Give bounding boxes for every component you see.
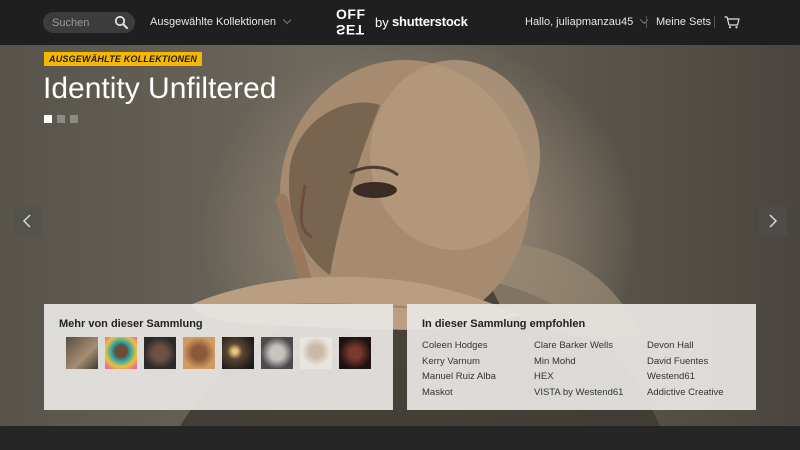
- contributor-link[interactable]: Devon Hall: [647, 340, 693, 351]
- search-box: [43, 12, 135, 33]
- offset-logo[interactable]: OFF SET by shutterstock: [336, 6, 468, 38]
- contributor-link[interactable]: Coleen Hodges: [422, 340, 488, 351]
- carousel-next-button[interactable]: [759, 207, 787, 235]
- carousel-dot-2[interactable]: [57, 115, 65, 123]
- top-nav: Ausgewählte Kollektionen OFF SET by shut…: [0, 0, 800, 45]
- chevron-down-icon: [640, 15, 649, 25]
- more-from-collection-title: Mehr von dieser Sammlung: [59, 318, 203, 330]
- thumbnail[interactable]: [222, 337, 254, 369]
- logo-text-off: OFF: [336, 6, 366, 22]
- thumbnail[interactable]: [144, 337, 176, 369]
- logo-text-set: SET: [336, 22, 365, 38]
- greeting-text: Hallo, juliapmanzau45: [525, 16, 634, 28]
- hero-title[interactable]: Identity Unfiltered: [43, 71, 276, 107]
- contributor-link[interactable]: Westend61: [647, 371, 695, 382]
- chevron-right-icon: [769, 214, 778, 228]
- account-menu[interactable]: Hallo, juliapmanzau45: [525, 15, 649, 28]
- app: Ausgewählte Kollektionen OFF SET by shut…: [0, 0, 800, 450]
- nav-divider: [646, 16, 647, 28]
- contributor-link[interactable]: Maskot: [422, 387, 453, 398]
- contributor-link[interactable]: Kerry Varnum: [422, 356, 480, 367]
- featured-collections-label: Ausgewählte Kollektionen: [150, 16, 276, 28]
- thumbnail[interactable]: [66, 337, 98, 369]
- chevron-down-icon: [282, 15, 292, 25]
- contributor-link[interactable]: VISTA by Westend61: [534, 387, 623, 398]
- thumbnail[interactable]: [183, 337, 215, 369]
- recommended-panel: In dieser Sammlung empfohlen Coleen Hodg…: [407, 304, 756, 410]
- featured-collections-badge: AUSGEWÄHLTE KOLLEKTIONEN: [44, 52, 203, 66]
- featured-collections-menu[interactable]: Ausgewählte Kollektionen: [150, 15, 292, 28]
- carousel-prev-button[interactable]: [13, 207, 41, 235]
- thumbnail[interactable]: [261, 337, 293, 369]
- thumbnail[interactable]: [339, 337, 371, 369]
- contributor-link[interactable]: Min Mohd: [534, 356, 576, 367]
- footer-bar: [0, 426, 800, 450]
- hero-banner: AUSGEWÄHLTE KOLLEKTIONEN Identity Unfilt…: [0, 45, 800, 426]
- more-from-collection-panel: Mehr von dieser Sammlung: [44, 304, 393, 410]
- contributor-link[interactable]: David Fuentes: [647, 356, 708, 367]
- thumbnail[interactable]: [105, 337, 137, 369]
- my-sets-link[interactable]: Meine Sets: [656, 16, 711, 28]
- search-input[interactable]: [52, 15, 114, 30]
- contributor-link[interactable]: Clare Barker Wells: [534, 340, 613, 351]
- contributor-link[interactable]: Addictive Creative: [647, 387, 724, 398]
- carousel-dot-1[interactable]: [44, 115, 52, 123]
- nav-divider: [714, 16, 715, 28]
- contributor-link[interactable]: Manuel Ruiz Alba: [422, 371, 496, 382]
- logo-by-text: by: [375, 15, 389, 30]
- offset-logo-mark: OFF SET: [336, 6, 370, 38]
- chevron-left-icon: [22, 214, 31, 228]
- search-icon[interactable]: [114, 15, 129, 30]
- recommended-title: In dieser Sammlung empfohlen: [422, 318, 586, 330]
- carousel-dot-3[interactable]: [70, 115, 78, 123]
- thumbnail[interactable]: [300, 337, 332, 369]
- logo-brand-text: shutterstock: [392, 14, 468, 29]
- cart-icon[interactable]: [724, 16, 740, 29]
- contributor-link[interactable]: HEX: [534, 371, 554, 382]
